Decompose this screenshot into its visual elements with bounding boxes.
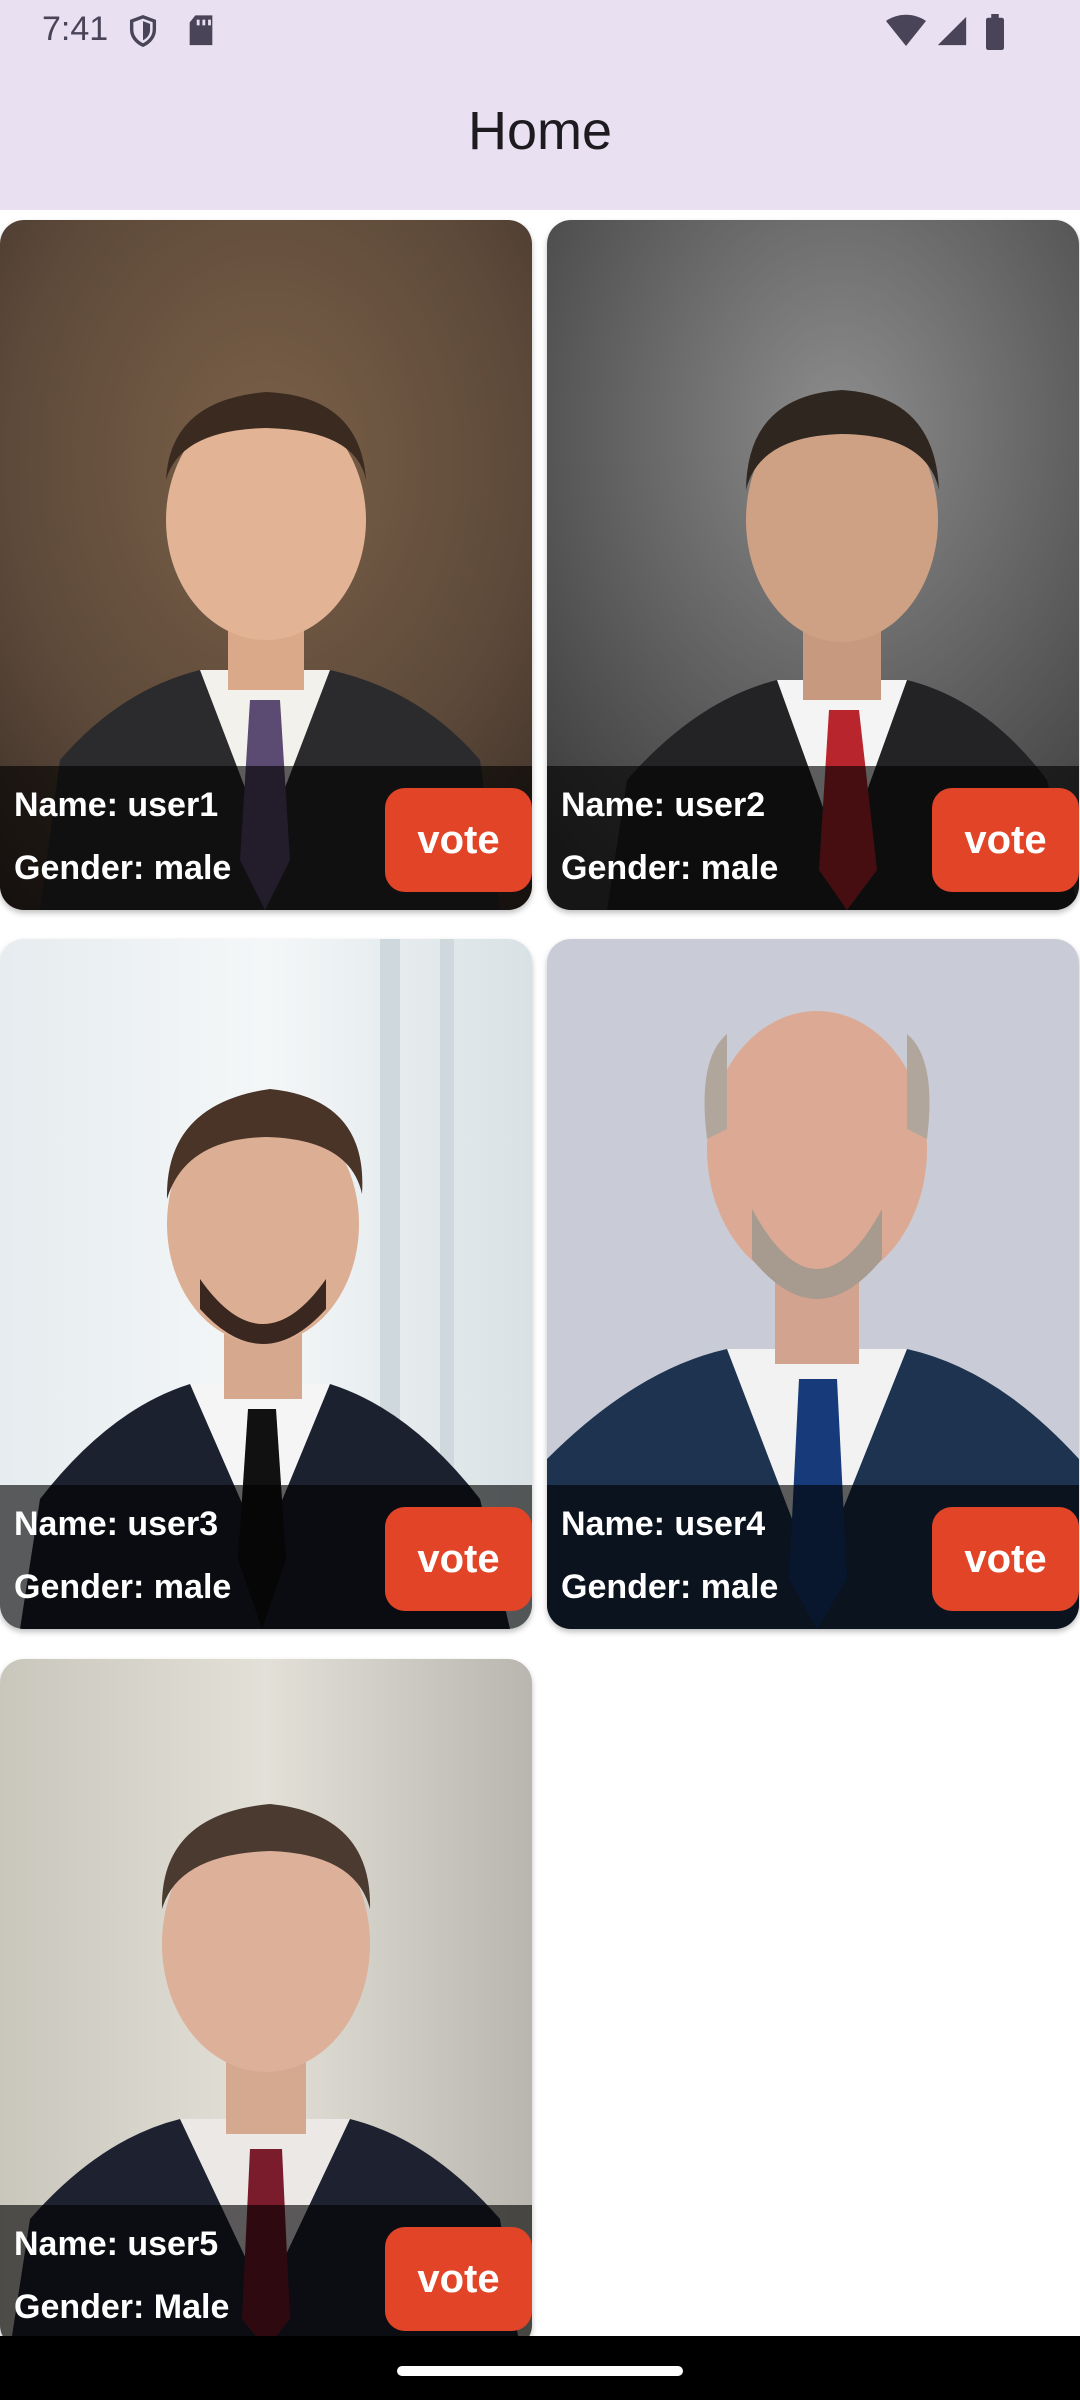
vote-button[interactable]: vote (932, 1507, 1079, 1611)
candidate-gender: Gender: male (561, 849, 779, 887)
candidate-card-user5: Name: user5 Gender: Male vote (0, 1659, 532, 2349)
candidate-name: Name: user5 (14, 2225, 219, 2263)
wifi-icon (886, 14, 926, 46)
candidate-name: Name: user2 (561, 786, 766, 824)
candidate-name: Name: user3 (14, 1505, 219, 1543)
candidate-name: Name: user1 (14, 786, 219, 824)
vote-button[interactable]: vote (385, 1507, 532, 1611)
info-overlay: Name: user5 Gender: Male vote (0, 2205, 532, 2349)
page-title: Home (467, 101, 613, 161)
candidate-gender: Gender: male (14, 849, 232, 887)
candidate-card-user4: Name: user4 Gender: male vote (547, 939, 1079, 1629)
info-overlay: Name: user1 Gender: male vote (0, 766, 532, 910)
app-bar: Home (0, 62, 1080, 210)
home-gesture-handle[interactable] (397, 2366, 683, 2376)
candidate-card-user1: Name: user1 Gender: male vote (0, 220, 532, 910)
vote-button[interactable]: vote (385, 788, 532, 892)
vote-button[interactable]: vote (385, 2227, 532, 2331)
status-bar: 7:41 (0, 0, 1080, 62)
shield-icon (129, 15, 157, 48)
sd-card-icon (189, 15, 213, 46)
candidate-gender: Gender: male (561, 1568, 779, 1606)
signal-icon (937, 16, 967, 46)
vote-button[interactable]: vote (932, 788, 1079, 892)
battery-icon (986, 14, 1004, 50)
info-overlay: Name: user4 Gender: male vote (547, 1485, 1079, 1629)
candidate-name: Name: user4 (561, 1505, 766, 1543)
gesture-nav-bar (0, 2336, 1080, 2400)
status-time: 7:41 (42, 10, 109, 48)
info-overlay: Name: user2 Gender: male vote (547, 766, 1079, 910)
candidate-gender: Gender: Male (14, 2288, 230, 2326)
candidate-card-user3: Name: user3 Gender: male vote (0, 939, 532, 1629)
candidate-card-user2: Name: user2 Gender: male vote (547, 220, 1079, 910)
info-overlay: Name: user3 Gender: male vote (0, 1485, 532, 1629)
candidate-gender: Gender: male (14, 1568, 232, 1606)
